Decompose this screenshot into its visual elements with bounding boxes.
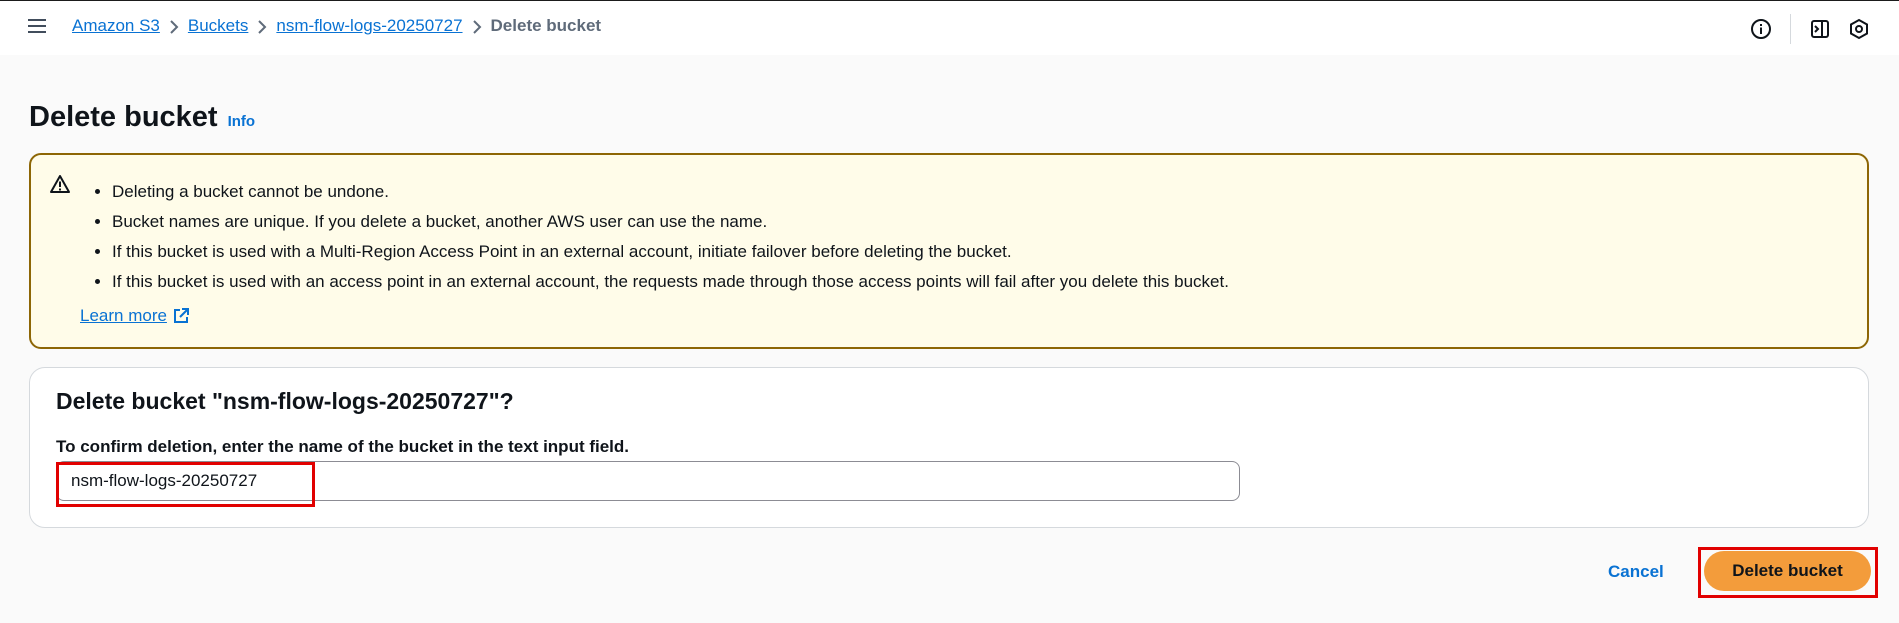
warning-item: Deleting a bucket cannot be undone.	[112, 177, 1229, 207]
warning-item: Bucket names are unique. If you delete a…	[112, 207, 1229, 237]
breadcrumb-buckets[interactable]: Buckets	[188, 16, 248, 36]
info-link[interactable]: Info	[228, 113, 256, 130]
cancel-button[interactable]: Cancel	[1608, 562, 1664, 582]
info-circle-icon[interactable]	[1749, 17, 1773, 41]
toolbar-divider	[1790, 14, 1791, 44]
main-content: Delete bucket Info Deleting a bucket can…	[0, 55, 1899, 623]
warning-item: If this bucket is used with an access po…	[112, 267, 1229, 297]
breadcrumb-amazon-s3[interactable]: Amazon S3	[72, 16, 160, 36]
split-panel-icon[interactable]	[1808, 17, 1832, 41]
warning-item: If this bucket is used with a Multi-Regi…	[112, 237, 1229, 267]
hamburger-menu-icon[interactable]	[28, 16, 48, 36]
breadcrumb-bucket-name[interactable]: nsm-flow-logs-20250727	[276, 16, 462, 36]
warning-triangle-icon	[49, 174, 71, 199]
confirm-deletion-panel: Delete bucket "nsm-flow-logs-20250727"? …	[29, 367, 1869, 528]
chevron-right-icon	[160, 16, 188, 36]
top-navigation-bar: Amazon S3 Buckets nsm-flow-logs-20250727…	[0, 0, 1899, 56]
breadcrumb: Amazon S3 Buckets nsm-flow-logs-20250727…	[72, 16, 601, 36]
confirm-field-label: To confirm deletion, enter the name of t…	[56, 437, 630, 456]
breadcrumb-current: Delete bucket	[490, 16, 602, 35]
delete-bucket-button[interactable]: Delete bucket	[1704, 551, 1871, 591]
chevron-right-icon	[463, 16, 491, 36]
warning-list: Deleting a bucket cannot be undone. Buck…	[78, 177, 1229, 297]
confirm-heading: Delete bucket "nsm-flow-logs-20250727"?	[56, 388, 514, 414]
external-link-icon	[173, 308, 189, 323]
chevron-right-icon	[248, 16, 276, 36]
learn-more-label: Learn more	[80, 306, 167, 325]
learn-more-link[interactable]: Learn more	[80, 306, 190, 326]
warning-alert: Deleting a bucket cannot be undone. Buck…	[29, 153, 1869, 349]
top-utility-icons	[1749, 14, 1871, 44]
settings-hexagon-icon[interactable]	[1847, 17, 1871, 41]
bucket-name-confirm-input[interactable]	[56, 461, 1240, 501]
page-header: Delete bucket Info	[29, 101, 255, 134]
page-title: Delete bucket	[29, 101, 218, 133]
